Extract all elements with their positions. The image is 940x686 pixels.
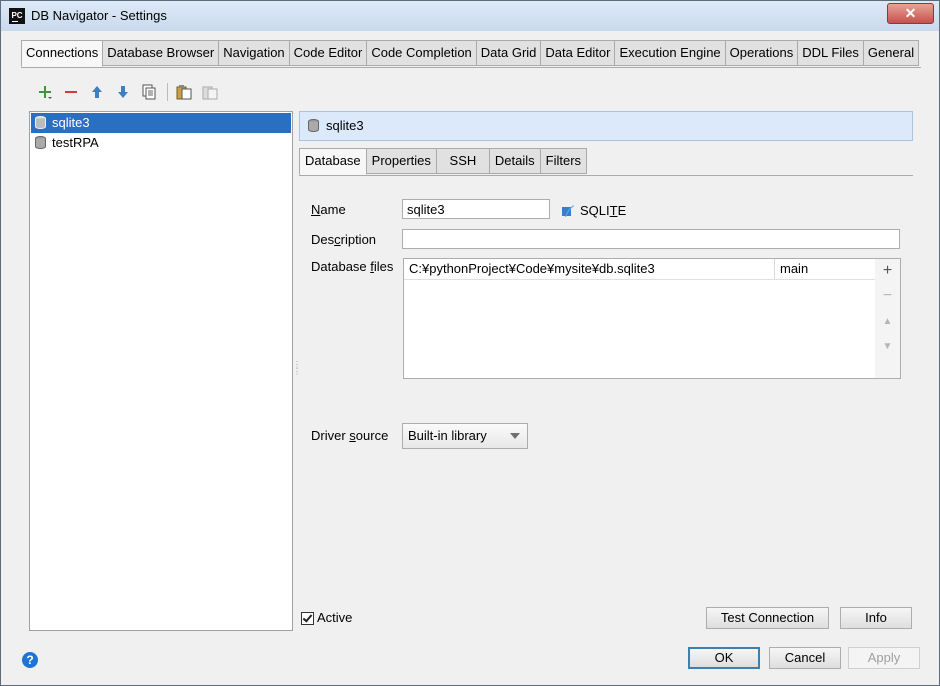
active-checkbox[interactable] (301, 612, 314, 625)
tab-data-grid[interactable]: Data Grid (476, 40, 542, 66)
settings-window: PC DB Navigator - Settings ✕ Connections… (0, 0, 940, 686)
cancel-button[interactable]: Cancel (769, 647, 841, 669)
move-up-button[interactable] (87, 82, 107, 102)
database-type: SQLITE (561, 203, 626, 218)
tab-details[interactable]: Details (489, 148, 541, 174)
tab-database[interactable]: Database (299, 148, 367, 175)
tab-code-editor[interactable]: Code Editor (289, 40, 368, 66)
files-actions-bar: + − ▲ ▼ (875, 258, 901, 379)
move-down-icon (118, 86, 128, 98)
chevron-down-icon (510, 433, 520, 439)
connection-header-title: sqlite3 (326, 118, 364, 133)
move-file-down-button[interactable]: ▼ (875, 337, 900, 357)
ok-button[interactable]: OK (688, 647, 760, 669)
window-title: DB Navigator - Settings (31, 8, 167, 23)
remove-icon (65, 91, 77, 93)
tab-database-browser[interactable]: Database Browser (103, 40, 220, 66)
paste-disabled-button[interactable] (200, 82, 220, 102)
copy-icon (142, 84, 156, 100)
test-connection-button[interactable]: Test Connection (706, 607, 829, 629)
close-button[interactable]: ✕ (887, 3, 934, 24)
tab-connections[interactable]: Connections (21, 40, 104, 67)
table-row[interactable]: C:¥pythonProject¥Code¥mysite¥db.sqlite3 … (404, 259, 875, 280)
info-button[interactable]: Info (840, 607, 912, 629)
paste-connection-button[interactable] (174, 82, 194, 102)
dialog-body: Connections Database Browser Navigation … (9, 31, 931, 677)
title-bar[interactable]: PC DB Navigator - Settings ✕ (1, 1, 939, 31)
subtabs-divider (299, 175, 913, 176)
tab-execution-engine[interactable]: Execution Engine (615, 40, 726, 66)
column-divider (774, 259, 775, 279)
tab-navigation[interactable]: Navigation (219, 40, 290, 66)
description-label: Description (311, 232, 377, 247)
tab-filters[interactable]: Filters (540, 148, 588, 174)
driver-source-label: Driver source (311, 428, 389, 443)
description-field[interactable] (402, 229, 900, 249)
move-file-up-button[interactable]: ▲ (875, 312, 900, 332)
connection-subtabs: Database Properties SSH Details Filters (299, 148, 588, 175)
name-label: Name (311, 202, 346, 217)
settings-tabs: Connections Database Browser Navigation … (21, 40, 920, 67)
paste-disabled-icon (202, 86, 218, 100)
database-type-label: SQLITE (580, 203, 627, 218)
database-files-label: Database files (311, 259, 394, 274)
move-down-button[interactable] (113, 82, 133, 102)
driver-source-value: Built-in library (408, 428, 487, 443)
schema-cell[interactable]: main (780, 261, 808, 276)
active-label: Active (317, 610, 353, 625)
tabs-divider (21, 67, 921, 68)
list-item[interactable]: testRPA (31, 133, 291, 153)
add-icon (39, 86, 52, 99)
tab-ssh[interactable]: SSH (436, 148, 490, 174)
list-item[interactable]: sqlite3 (31, 113, 291, 133)
connection-label: sqlite3 (52, 115, 90, 130)
add-file-button[interactable]: + (875, 261, 900, 281)
connection-label: testRPA (52, 135, 99, 150)
copy-connection-button[interactable] (139, 82, 159, 102)
move-up-icon (92, 86, 102, 98)
toolbar-separator (167, 83, 168, 101)
file-path-cell[interactable]: C:¥pythonProject¥Code¥mysite¥db.sqlite3 (409, 261, 655, 276)
database-files-table: C:¥pythonProject¥Code¥mysite¥db.sqlite3 … (403, 258, 876, 379)
sqlite-feather-icon (562, 204, 574, 217)
connection-header: sqlite3 (299, 111, 913, 141)
connections-list: sqlite3 testRPA (29, 111, 293, 631)
tab-code-completion[interactable]: Code Completion (367, 40, 477, 66)
database-icon (308, 119, 319, 132)
name-field[interactable]: sqlite3 (402, 199, 550, 219)
apply-button[interactable]: Apply (848, 647, 920, 669)
tab-properties[interactable]: Properties (366, 148, 437, 174)
pycharm-app-icon: PC (9, 8, 25, 24)
remove-connection-button[interactable] (61, 82, 81, 102)
tab-general[interactable]: General (863, 40, 920, 66)
help-icon[interactable]: ? (22, 652, 38, 668)
remove-file-button[interactable]: − (875, 286, 900, 306)
tab-ddl-files[interactable]: DDL Files (798, 40, 864, 66)
close-icon: ✕ (904, 5, 917, 21)
paste-icon (176, 85, 192, 100)
splitter-handle[interactable]: ⋮ ⋮ (293, 361, 301, 376)
database-icon (35, 136, 46, 149)
add-connection-button[interactable] (35, 82, 55, 102)
database-icon (35, 116, 46, 129)
driver-source-select[interactable]: Built-in library (402, 423, 528, 449)
connections-toolbar (35, 81, 226, 103)
tab-data-editor[interactable]: Data Editor (541, 40, 616, 66)
tab-operations[interactable]: Operations (725, 40, 799, 66)
